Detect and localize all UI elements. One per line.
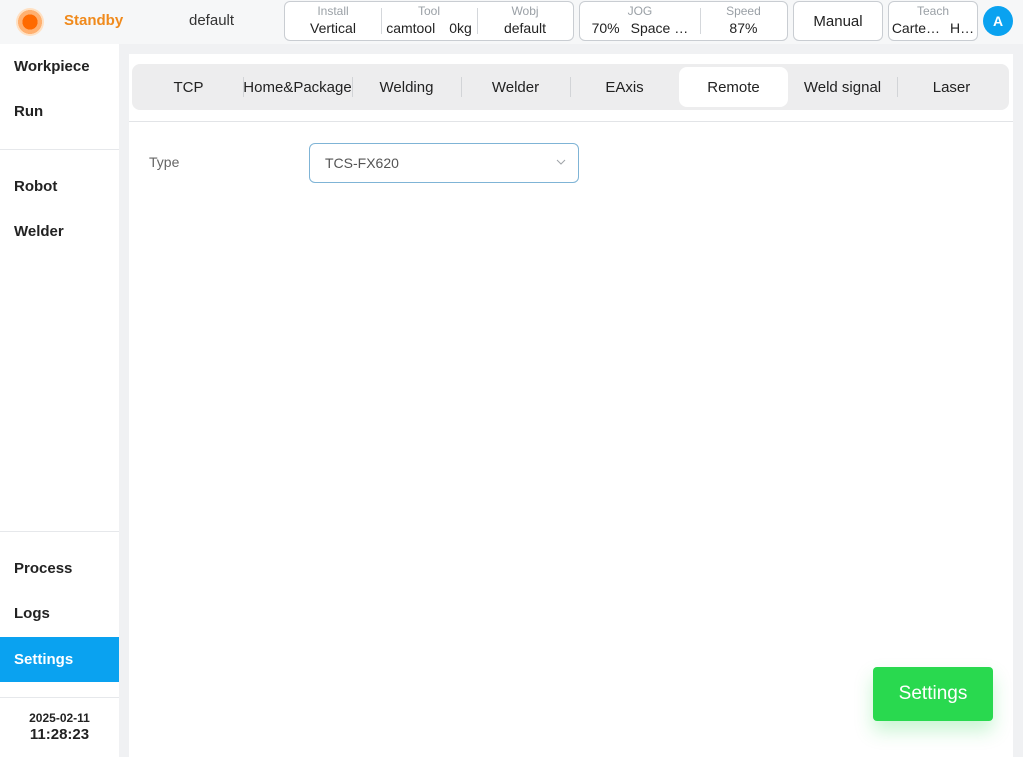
sidebar-divider [0, 149, 119, 150]
tool-label: Tool [417, 4, 440, 18]
sidebar-item-robot[interactable]: Robot [0, 164, 119, 209]
install-label: Install [317, 4, 349, 18]
tab-tcp[interactable]: TCP [134, 67, 243, 107]
jog-percent: 70% [591, 20, 620, 36]
jog-mode: Space … [630, 20, 689, 36]
wobj-value: default [503, 20, 547, 36]
settings-tabs: TCP Home&Package Welding Welder EAxis Re… [132, 64, 1009, 110]
sidebar-item-logs[interactable]: Logs [0, 591, 119, 636]
sidebar-item-settings[interactable]: Settings [0, 637, 119, 682]
teach-group[interactable]: Teach Carte… H… [888, 1, 978, 41]
teach-cell[interactable]: Teach Carte… H… [889, 2, 977, 40]
sidebar-item-workpiece[interactable]: Workpiece [0, 44, 119, 89]
chevron-down-icon [556, 159, 566, 165]
speed-label: Speed [726, 4, 761, 18]
install-cell[interactable]: Install Vertical [285, 2, 381, 40]
tab-weld-signal[interactable]: Weld signal [788, 67, 897, 107]
jog-label: JOG [627, 4, 653, 18]
tab-home-package[interactable]: Home&Package [243, 67, 352, 107]
type-select[interactable]: TCS-FX620 [309, 143, 579, 183]
tab-laser[interactable]: Laser [897, 67, 1006, 107]
type-select-value: TCS-FX620 [325, 155, 399, 171]
tool-cell[interactable]: Tool camtool 0kg [381, 2, 477, 40]
robot-config-group[interactable]: Install Vertical Tool camtool 0kg Wobj d… [284, 1, 574, 41]
sidebar-divider [0, 697, 119, 698]
teach-label: Teach [916, 4, 950, 18]
speed-cell[interactable]: Speed 87% [699, 2, 787, 40]
clock: 2025-02-11 11:28:23 [0, 711, 119, 743]
wobj-label: Wobj [511, 4, 539, 18]
tab-welder[interactable]: Welder [461, 67, 570, 107]
tab-separator [129, 121, 1013, 122]
program-name[interactable]: default [189, 12, 234, 29]
tab-remote[interactable]: Remote [679, 67, 788, 107]
sidebar-divider [0, 531, 119, 532]
speed-value: 87% [729, 20, 758, 36]
install-value: Vertical [310, 20, 356, 36]
sidebar-item-welder[interactable]: Welder [0, 209, 119, 254]
main-panel: TCP Home&Package Welding Welder EAxis Re… [129, 54, 1013, 757]
settings-button[interactable]: Settings [873, 667, 993, 721]
status-indicator-icon [16, 8, 44, 36]
type-label: Type [149, 154, 180, 170]
tab-eaxis[interactable]: EAxis [570, 67, 679, 107]
tool-load: 0kg [449, 20, 472, 36]
clock-date: 2025-02-11 [29, 711, 90, 725]
top-bar: Standby default Install Vertical Tool ca… [0, 0, 1023, 44]
sidebar: Workpiece Run Robot Welder Process Logs … [0, 44, 119, 757]
sidebar-item-run[interactable]: Run [0, 89, 119, 134]
wobj-cell[interactable]: Wobj default [477, 2, 573, 40]
jog-cell[interactable]: JOG 70% Space … [580, 2, 700, 40]
teach-option: H… [950, 20, 975, 36]
tab-welding[interactable]: Welding [352, 67, 461, 107]
robot-status: Standby [64, 12, 124, 29]
teach-frame: Carte… [891, 20, 941, 36]
clock-time: 11:28:23 [29, 726, 90, 743]
motion-group[interactable]: JOG 70% Space … Speed 87% [579, 1, 788, 41]
user-avatar[interactable]: A [983, 6, 1013, 36]
sidebar-item-process[interactable]: Process [0, 546, 119, 591]
manual-mode-button[interactable]: Manual [793, 1, 883, 41]
tool-name: camtool [386, 20, 436, 36]
